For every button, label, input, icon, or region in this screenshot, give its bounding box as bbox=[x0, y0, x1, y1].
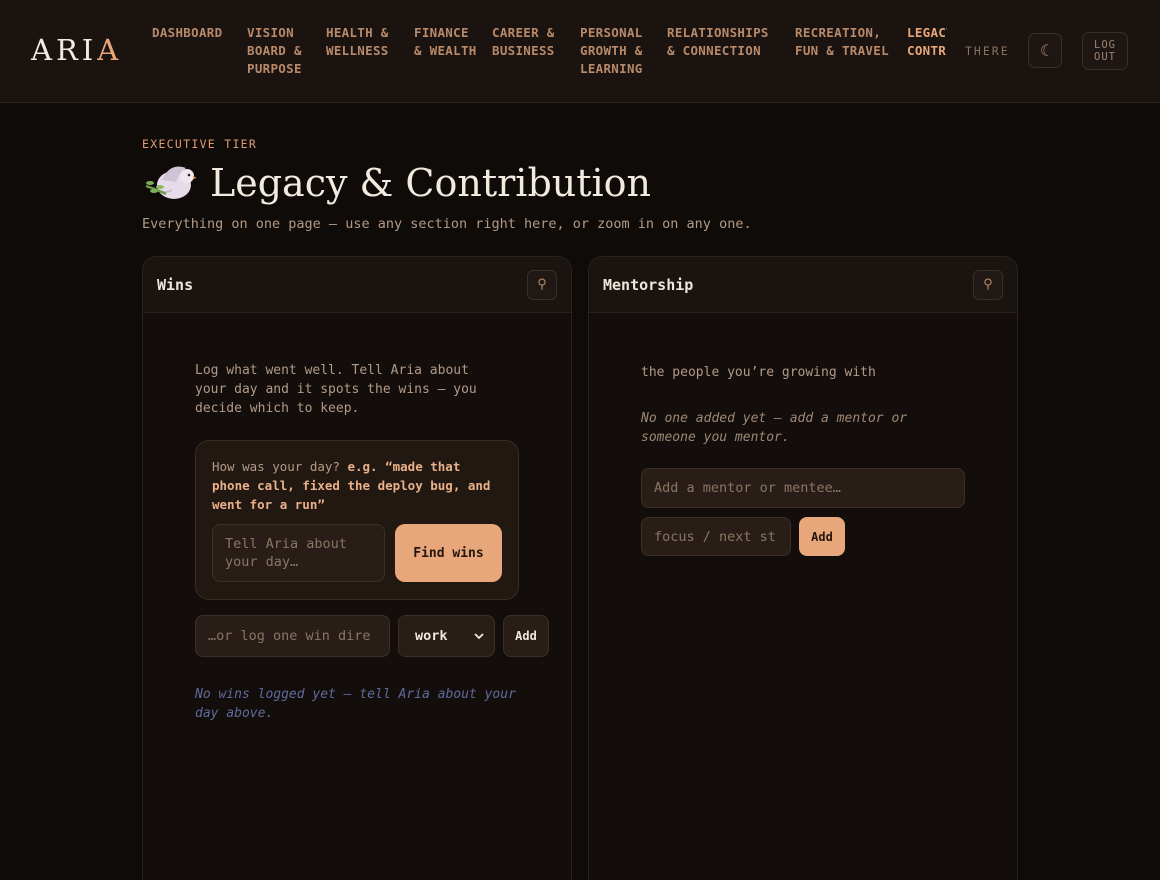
nav-item-health[interactable]: HEALTH & WELLNESS bbox=[326, 24, 398, 60]
ask-prompt-question: How was your day? bbox=[212, 459, 340, 474]
dove-icon bbox=[145, 166, 196, 199]
win-category-value: work bbox=[415, 628, 448, 644]
wins-empty-state: No wins logged yet — tell Aria about you… bbox=[195, 687, 516, 721]
wins-card-title: Wins bbox=[157, 275, 194, 294]
page-title: Legacy & Contribution bbox=[142, 160, 651, 206]
chevron-down-icon bbox=[474, 632, 484, 639]
tier-label: EXECUTIVE TIER bbox=[142, 137, 258, 151]
nav-item-recreation[interactable]: RECREATION, FUN & TRAVEL bbox=[795, 24, 895, 60]
top-navigation: ARIA DASHBOARD VISION BOARD & PURPOSE HE… bbox=[0, 0, 1160, 103]
direct-win-input[interactable]: …or log one win dire bbox=[195, 615, 390, 657]
wins-intro: Log what went well. Tell Aria about your… bbox=[195, 363, 477, 416]
user-name: THERE bbox=[965, 44, 1010, 58]
logout-label: LOG OUT bbox=[1094, 39, 1116, 63]
logout-button[interactable]: LOG OUT bbox=[1082, 32, 1128, 70]
add-mentor-button[interactable]: Add bbox=[799, 517, 845, 556]
moon-icon: ☾ bbox=[1040, 41, 1050, 60]
nav-item-dashboard[interactable]: DASHBOARD bbox=[152, 24, 232, 42]
pin-icon: ⚲ bbox=[537, 277, 547, 292]
nav-item-relationships[interactable]: RELATIONSHIPS & CONNECTION bbox=[667, 24, 782, 60]
mentorship-card-header: Mentorship ⚲ bbox=[589, 257, 1017, 313]
mentorship-intro: the people you’re growing with bbox=[641, 365, 876, 380]
day-description-input[interactable]: Tell Aria about your day… bbox=[212, 524, 385, 582]
ask-aria-box: How was your day? e.g. “made that phone … bbox=[195, 440, 519, 600]
mentorship-empty-state: No one added yet — add a mentor or someo… bbox=[641, 411, 908, 445]
find-wins-button[interactable]: Find wins bbox=[395, 524, 502, 582]
nav-item-vision-board[interactable]: VISION BOARD & PURPOSE bbox=[247, 24, 313, 78]
mentorship-pin-button[interactable]: ⚲ bbox=[973, 269, 1003, 300]
mentorship-card: Mentorship ⚲ the people you’re growing w… bbox=[588, 256, 1018, 880]
nav-item-personal-growth[interactable]: PERSONAL GROWTH & LEARNING bbox=[580, 24, 654, 78]
page-title-text: Legacy & Contribution bbox=[210, 161, 652, 205]
theme-toggle-button[interactable]: ☾ bbox=[1028, 33, 1062, 68]
nav-item-legacy[interactable]: LEGACY & CONTRIBUTION bbox=[907, 24, 947, 60]
wins-card-header: Wins ⚲ bbox=[143, 257, 571, 313]
wins-card: Wins ⚲ Log what went well. Tell Aria abo… bbox=[142, 256, 572, 880]
mentor-name-input[interactable]: Add a mentor or mentee… bbox=[641, 468, 965, 508]
pin-icon: ⚲ bbox=[983, 277, 993, 292]
nav-item-career[interactable]: CAREER & BUSINESS bbox=[492, 24, 566, 60]
ask-prompt: How was your day? e.g. “made that phone … bbox=[212, 457, 502, 514]
mentorship-card-title: Mentorship bbox=[603, 275, 694, 294]
add-win-button[interactable]: Add bbox=[503, 615, 549, 657]
page-subtitle: Everything on one page — use any section… bbox=[142, 216, 752, 232]
wins-pin-button[interactable]: ⚲ bbox=[527, 269, 557, 300]
nav-item-finance[interactable]: FINANCE & WEALTH bbox=[414, 24, 478, 60]
mentor-focus-input[interactable]: focus / next st bbox=[641, 517, 791, 556]
nav-item-legacy-label: LEGACY & CONTRIBUTION bbox=[907, 25, 947, 58]
aria-logo[interactable]: ARIA bbox=[31, 33, 122, 67]
win-category-select[interactable]: work bbox=[398, 615, 495, 657]
